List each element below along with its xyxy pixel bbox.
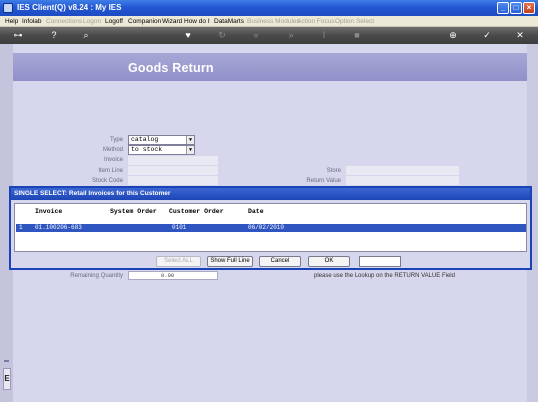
- item-line-label: Item Line: [98, 168, 123, 174]
- key-icon[interactable]: ⊶: [8, 29, 28, 41]
- menu-wizard[interactable]: Wizard: [162, 17, 182, 26]
- method-select[interactable]: to stock ▼: [128, 145, 195, 155]
- remaining-quantity-field: 0.00: [128, 271, 218, 280]
- invoice-label: Invoice: [103, 157, 123, 163]
- menu-help[interactable]: Help: [5, 17, 18, 26]
- help-icon[interactable]: ?: [48, 29, 60, 41]
- app-icon: [3, 3, 13, 13]
- item-line-field[interactable]: [128, 166, 218, 175]
- page-title: Goods Return: [128, 61, 214, 75]
- row-customer-order: 0101: [172, 224, 187, 231]
- stop-icon[interactable]: ■: [351, 29, 363, 41]
- menu-business-modules[interactable]: Business Modules: [247, 17, 300, 26]
- chevron-down-icon[interactable]: ▼: [186, 146, 194, 154]
- menu-logoff[interactable]: Logoff: [105, 17, 123, 26]
- window-titlebar: IES Client(Q) v8.24 : My IES _ □ ×: [0, 0, 538, 16]
- forward-icon[interactable]: »: [285, 29, 297, 41]
- menu-companion[interactable]: Companion: [128, 17, 161, 26]
- dialog-title: SINGLE SELECT: Retail Invoices for this …: [11, 188, 530, 200]
- method-label: Method: [102, 147, 123, 153]
- type-label: Type: [109, 137, 123, 143]
- menu-datamarts[interactable]: DataMarts: [214, 17, 244, 26]
- remaining-quantity-label: Remaining Quantity: [70, 273, 123, 279]
- rewind-icon[interactable]: «: [250, 29, 262, 41]
- store-label: Store: [326, 168, 341, 174]
- remaining-quantity-value: 0.00: [161, 272, 175, 279]
- cancel-button[interactable]: Cancel: [259, 256, 301, 267]
- ok-button[interactable]: OK: [308, 256, 350, 267]
- marker-icon[interactable]: ǀ: [318, 29, 330, 41]
- select-all-button[interactable]: Select ALL: [156, 256, 201, 267]
- menu-action-focus[interactable]: Action Focus: [297, 17, 335, 26]
- menu-connections[interactable]: Connections: [46, 17, 82, 26]
- side-marker: [4, 360, 9, 362]
- row-date: 06/02/2010: [248, 224, 285, 231]
- column-header-invoice[interactable]: Invoice: [35, 208, 62, 215]
- return-value-label: Return Value: [306, 178, 341, 184]
- window-title: IES Client(Q) v8.24 : My IES: [17, 3, 122, 12]
- close-button[interactable]: ×: [523, 2, 535, 14]
- confirm-icon[interactable]: ✓: [481, 29, 493, 41]
- type-value: catalog: [131, 136, 159, 143]
- minimize-button[interactable]: _: [497, 2, 509, 14]
- row-number: 1: [19, 224, 23, 231]
- favorite-icon[interactable]: ♥: [182, 29, 194, 41]
- store-field[interactable]: [346, 166, 459, 175]
- single-select-dialog: SINGLE SELECT: Retail Invoices for this …: [9, 186, 532, 270]
- type-select[interactable]: catalog ▼: [128, 135, 195, 145]
- invoice-grid: Invoice System Order Customer Order Date…: [14, 203, 527, 252]
- method-value: to stock: [131, 146, 163, 153]
- menu-logon[interactable]: Logon: [83, 17, 101, 26]
- invoice-field[interactable]: [128, 156, 218, 165]
- dialog-input-field[interactable]: [359, 256, 401, 267]
- return-value-field[interactable]: [346, 176, 459, 185]
- stock-code-label: Stock Code: [91, 178, 123, 184]
- chevron-down-icon[interactable]: ▼: [186, 136, 194, 144]
- search-icon[interactable]: ⌕: [80, 29, 92, 41]
- maximize-button[interactable]: □: [510, 2, 522, 14]
- menu-option-select[interactable]: Option Select: [335, 17, 374, 26]
- menu-how-do-i[interactable]: How do I: [184, 17, 210, 26]
- menu-bar: Help Infolab Connections Logon Logoff Co…: [0, 16, 538, 27]
- show-full-line-button[interactable]: Show Full Line: [207, 256, 253, 267]
- menu-infolab[interactable]: Infolab: [22, 17, 42, 26]
- page-banner: Goods Return: [13, 53, 527, 81]
- column-header-system-order[interactable]: System Order: [110, 208, 157, 215]
- table-row[interactable]: 1 01.100206-683 0101 06/02/2010: [16, 224, 526, 232]
- stock-code-field[interactable]: [128, 176, 218, 185]
- column-header-customer-order[interactable]: Customer Order: [169, 208, 224, 215]
- globe-icon[interactable]: ⊕: [447, 29, 459, 41]
- refresh-icon[interactable]: ↻: [216, 29, 228, 41]
- lookup-note: please use the Lookup on the RETURN VALU…: [314, 273, 455, 279]
- row-invoice: 01.100206-683: [35, 224, 82, 231]
- toolbar: ⊶ ? ⌕ ♥ ↻ « » ǀ ■ ⊕ ✓ ✕: [0, 27, 538, 44]
- side-tab-icon[interactable]: E: [3, 368, 11, 390]
- column-header-date[interactable]: Date: [248, 208, 264, 215]
- cancel-icon[interactable]: ✕: [514, 29, 526, 41]
